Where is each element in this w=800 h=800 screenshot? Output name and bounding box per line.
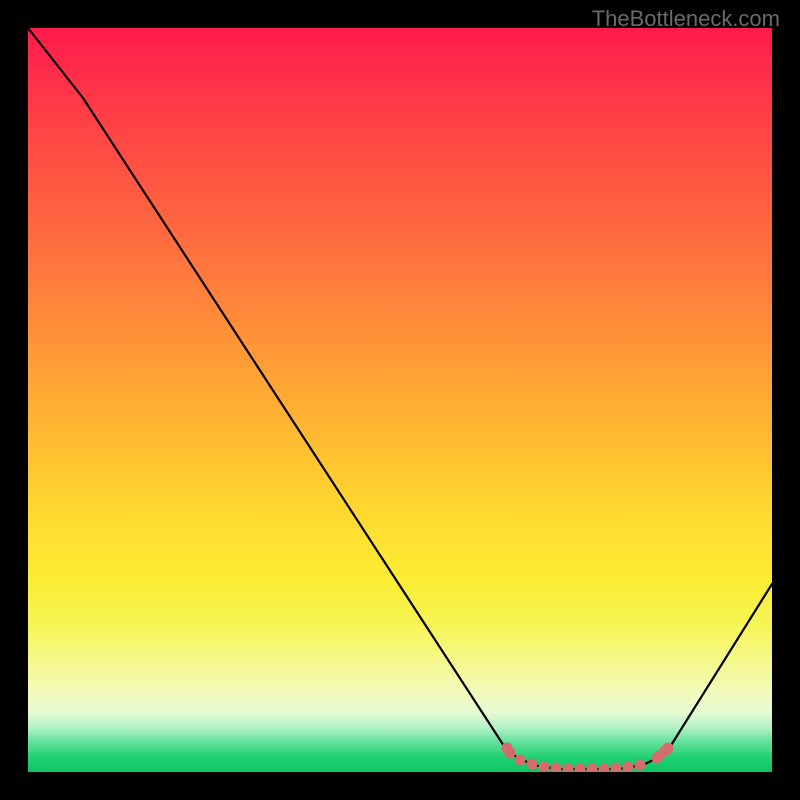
chart-marker-group xyxy=(502,743,674,773)
chart-marker xyxy=(611,763,622,773)
chart-marker xyxy=(505,748,516,759)
chart-marker xyxy=(563,764,574,773)
chart-marker xyxy=(599,764,610,773)
chart-plot-area xyxy=(28,28,772,772)
chart-marker xyxy=(623,762,634,773)
chart-marker xyxy=(635,760,646,771)
watermark-text: TheBottleneck.com xyxy=(592,6,780,32)
chart-marker xyxy=(527,759,538,770)
chart-marker xyxy=(663,743,674,754)
chart-marker xyxy=(515,755,526,766)
chart-marker xyxy=(539,762,550,773)
chart-marker xyxy=(551,763,562,773)
chart-marker xyxy=(575,764,586,773)
chart-curve xyxy=(28,28,772,769)
chart-svg xyxy=(28,28,772,772)
chart-marker xyxy=(587,764,598,773)
